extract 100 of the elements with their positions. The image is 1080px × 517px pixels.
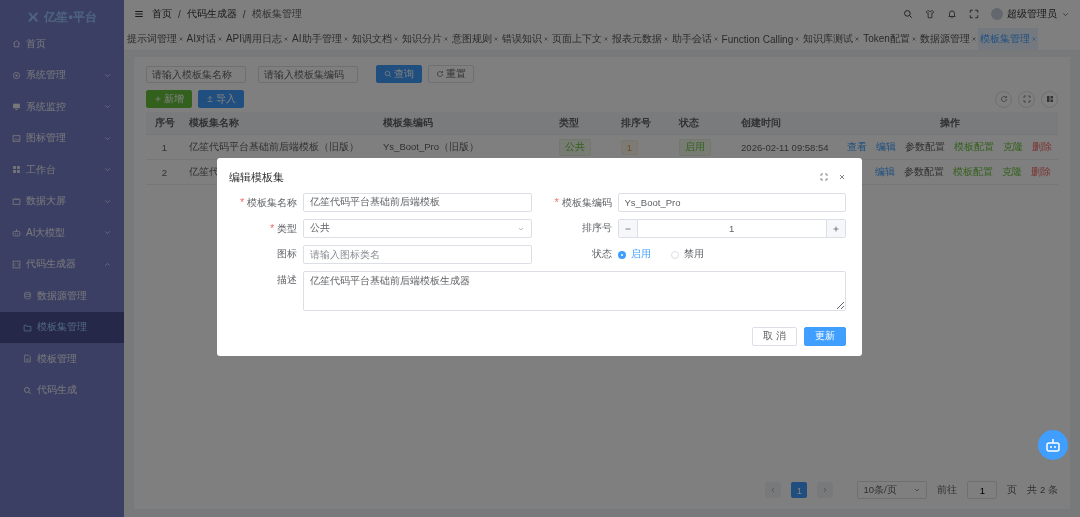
type-select[interactable]: 公共 — [303, 219, 532, 238]
avatar[interactable] — [991, 8, 1003, 20]
search-icon — [23, 385, 32, 395]
reset-button[interactable]: 重置 — [428, 65, 474, 83]
column-header: 状态 — [673, 112, 736, 135]
breadcrumb-link[interactable]: 首页 — [152, 7, 172, 21]
number-stepper[interactable]: 1 — [617, 219, 846, 238]
close-icon[interactable] — [712, 36, 719, 42]
add-button[interactable]: 新增 — [146, 90, 192, 108]
chevron-down-icon — [913, 486, 922, 494]
search-field[interactable]: 请输入模板集编码 — [258, 65, 358, 83]
field-label: 状态 — [590, 248, 613, 261]
import-button[interactable]: 导入 — [198, 90, 244, 108]
refresh-icon — [436, 70, 444, 78]
page-button[interactable]: 1 — [791, 482, 808, 498]
action-link[interactable]: 删除 — [1031, 165, 1051, 179]
tab[interactable]: 助手会话 — [670, 28, 721, 50]
action-link[interactable]: 克隆 — [1002, 165, 1022, 179]
action-link[interactable]: 克隆 — [1003, 140, 1023, 154]
search-icon — [384, 70, 392, 78]
close-icon[interactable] — [602, 36, 609, 42]
action-link[interactable]: 模板配置 — [953, 165, 993, 179]
action-link[interactable]: 编辑 — [875, 165, 895, 179]
close-icon[interactable] — [838, 173, 846, 181]
code-icon — [12, 259, 21, 269]
close-icon[interactable] — [1030, 36, 1037, 42]
tab[interactable]: 意图规则 — [450, 28, 501, 50]
tab[interactable]: 错误知识 — [500, 28, 551, 50]
tab[interactable]: 模板集管理 — [978, 28, 1039, 50]
radio-option[interactable]: 禁用 — [670, 248, 704, 261]
search-field[interactable]: 请输入模板集名称 — [146, 65, 246, 83]
tab[interactable]: AI助手管理 — [290, 28, 351, 50]
text-field[interactable]: 亿笙代码平台基础前后端模板 — [303, 193, 532, 212]
action-link[interactable]: 模板配置 — [954, 140, 994, 154]
tab[interactable]: 知识文档 — [350, 28, 401, 50]
tag: 1 — [620, 139, 638, 155]
close-icon[interactable] — [854, 36, 861, 42]
action-link[interactable]: 删除 — [1032, 140, 1052, 154]
close-icon[interactable] — [970, 36, 977, 42]
tab[interactable]: 数据源管理 — [918, 28, 979, 50]
image-icon — [12, 133, 21, 143]
table-cell: Ys_Boot_Pro（旧版） — [383, 140, 479, 152]
plus-icon[interactable] — [832, 224, 840, 233]
fullscreen-icon[interactable] — [820, 173, 828, 181]
fullscreen-icon — [1022, 95, 1031, 103]
close-icon[interactable] — [216, 36, 223, 42]
search-icon[interactable] — [903, 9, 913, 19]
tab[interactable]: 提示词管理 — [125, 28, 185, 50]
action-link[interactable]: 参数配置 — [905, 140, 945, 154]
text-field[interactable]: 请输入图标类名 — [303, 245, 532, 264]
close-icon[interactable] — [542, 36, 549, 42]
text-field[interactable]: Ys_Boot_Pro — [617, 193, 846, 212]
monitor-icon — [12, 102, 21, 112]
columns-icon — [1045, 95, 1054, 103]
action-link[interactable]: 参数配置 — [904, 165, 944, 179]
close-icon[interactable] — [342, 36, 349, 42]
close-icon[interactable] — [392, 36, 399, 42]
cancel-button[interactable]: 取 消 — [752, 327, 797, 346]
next-page-button[interactable] — [817, 482, 834, 498]
update-button[interactable]: 更新 — [804, 327, 846, 346]
column-header: 创建时间 — [735, 112, 841, 135]
prev-page-button[interactable] — [765, 482, 782, 498]
database-icon — [23, 291, 32, 301]
tab[interactable]: AI对话 — [185, 28, 225, 50]
goto-field[interactable]: 1 — [967, 481, 998, 499]
close-icon[interactable] — [283, 36, 290, 42]
robot-icon — [12, 228, 21, 238]
gear-icon — [12, 70, 21, 80]
action-link[interactable]: 查看 — [847, 140, 867, 154]
tab[interactable]: 知识库测试 — [801, 28, 862, 50]
tab[interactable]: 报表元数据 — [610, 28, 671, 50]
tab[interactable]: Function Calling — [720, 28, 802, 50]
breadcrumb-link[interactable]: 代码生成器 — [186, 7, 237, 21]
grid-icon — [12, 165, 21, 175]
menu-icon[interactable] — [134, 9, 144, 19]
tab[interactable]: Token配置 — [861, 28, 919, 50]
table-cell: 亿笙代码平台基础前后端模板（旧版） — [189, 140, 359, 152]
close-icon[interactable] — [662, 36, 669, 42]
fullscreen-icon[interactable] — [969, 9, 979, 19]
description-field[interactable]: 亿笙代码平台基础前后端模板生成器 — [303, 271, 846, 311]
page-size-select[interactable]: 10条/页 — [857, 481, 928, 499]
close-icon[interactable] — [442, 36, 449, 42]
query-button[interactable]: 查询 — [376, 65, 422, 83]
field-label: * 模板集名称 — [239, 195, 298, 210]
radio-option[interactable]: 启用 — [617, 248, 651, 261]
close-icon[interactable] — [177, 36, 184, 42]
tab[interactable]: API调用日志 — [224, 28, 291, 50]
page-unit: 页 — [1007, 483, 1018, 497]
shirt-icon[interactable] — [925, 9, 935, 19]
upload-icon — [206, 95, 214, 103]
user-name[interactable]: 超级管理员 — [1007, 7, 1057, 21]
radio-circle[interactable] — [617, 250, 626, 259]
close-icon[interactable] — [794, 36, 801, 42]
tab[interactable]: 知识分片 — [400, 28, 451, 50]
close-icon[interactable] — [910, 36, 917, 42]
document-icon — [23, 354, 32, 364]
action-link[interactable]: 编辑 — [876, 140, 896, 154]
close-icon[interactable] — [492, 36, 499, 42]
dialog-title: 编辑模板集 — [229, 169, 285, 185]
bell-icon[interactable] — [947, 9, 957, 19]
